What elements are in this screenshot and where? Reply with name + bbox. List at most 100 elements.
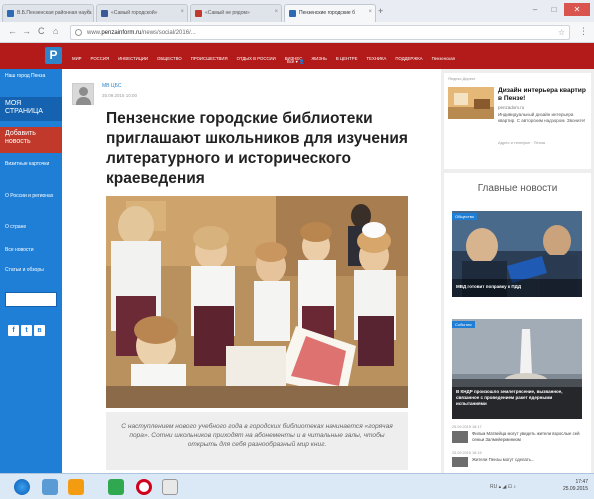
top-news-block: Главные новости Общество МВД готовит поп… — [444, 173, 591, 473]
tab-label: «Самый городской» — [111, 10, 158, 16]
browser-toolbar: ← → C ⌂ www.penzainform.ru/news/social/2… — [0, 22, 594, 43]
news-tag[interactable]: События — [452, 321, 475, 328]
tab-label: «Самый не рядом» — [205, 10, 250, 16]
ad-title[interactable]: Дизайн интерьера квартир в Пензе! — [498, 87, 588, 103]
site-header: P МИР РОССИЯ ИНВЕСТИЦИИ ОБЩЕСТВО ПРОИСШЕСТВИ… — [0, 43, 594, 69]
address-bar[interactable]: www.penzainform.ru/news/social/2016/... … — [70, 25, 570, 40]
nav-item[interactable]: ИНВЕСТИЦИИ — [118, 56, 148, 61]
browser-tab[interactable]: «Самый городской» × — [96, 4, 188, 22]
ad-text: Индивидуальный дизайн интерьера квартир.… — [498, 112, 586, 123]
news-card[interactable]: События В КНДР произошло землетрясение, … — [452, 319, 582, 419]
screen: В.Б.Пензенская районная наука × «Самый г… — [0, 0, 594, 499]
news-card[interactable]: Общество МВД готовит поправку к ПДД — [452, 211, 582, 297]
start-button-icon[interactable] — [14, 479, 30, 495]
media-player-icon[interactable] — [68, 479, 84, 495]
news-text[interactable]: Фильм Матвейца могут увидеть жители взро… — [472, 431, 582, 442]
app-icon[interactable] — [108, 479, 124, 495]
back-button[interactable]: ← — [8, 26, 17, 36]
minimize-button[interactable]: – — [526, 3, 544, 16]
clock[interactable]: 17:47 25.09.2015 — [563, 479, 588, 493]
news-caption[interactable]: В КНДР произошло землетрясение, вызванно… — [456, 389, 578, 407]
maximize-button[interactable]: □ — [545, 3, 563, 16]
article: МВ ЦБС 25.09.2015 10:00 Пензенские город… — [62, 69, 439, 473]
browser-tab[interactable]: В.Б.Пензенская районная наука × — [2, 4, 94, 22]
explorer-icon[interactable] — [42, 479, 58, 495]
favicon-icon — [289, 10, 296, 17]
system-tray[interactable]: RU ▴ ◢ ⊡ ♪ — [490, 484, 516, 490]
close-tab-icon[interactable]: × — [368, 9, 372, 15]
close-tab-icon[interactable]: × — [86, 9, 90, 15]
nav-item[interactable]: ПОДДЕРЖКА — [395, 56, 422, 61]
browser-menu-button[interactable]: ⋮ — [579, 26, 588, 37]
nav-item[interactable]: ТЕХНИКА — [366, 56, 386, 61]
sidebar-item-home[interactable]: Наш город Пенза — [5, 73, 57, 80]
url-prefix: www. — [87, 30, 102, 36]
home-button[interactable]: ⌂ — [53, 26, 58, 36]
top-navigation: МИР РОССИЯ ИНВЕСТИЦИИ ОБЩЕСТВО ПРОИСШЕСТВИЯ О… — [72, 47, 572, 65]
tab-label: Пензенские городские б — [299, 10, 355, 16]
nav-item[interactable]: ЖИЗНЬ — [311, 56, 327, 61]
ad-meta[interactable]: Адрес и телефон · Пенза — [498, 140, 545, 145]
ad-block[interactable]: Яндекс.Директ Дизайн интерьера квартир в… — [444, 73, 591, 169]
browser-taskbar-icon[interactable] — [162, 479, 178, 495]
browser-tab-active[interactable]: Пензенские городские б × — [284, 4, 376, 22]
top-news-heading: Главные новости — [477, 183, 558, 194]
article-photo — [106, 196, 408, 408]
favicon-icon — [101, 10, 108, 17]
favicon-icon — [7, 10, 14, 17]
nav-item[interactable]: РОССИЯ — [91, 56, 110, 61]
nav-item[interactable]: В ЦЕНТРЕ — [336, 56, 358, 61]
sidebar-item[interactable]: Визитные карточки — [5, 161, 57, 168]
ad-label: Яндекс.Директ — [448, 76, 476, 81]
info-icon[interactable] — [75, 29, 82, 36]
nav-item[interactable]: ОТДЫХ В РОССИИ — [237, 56, 276, 61]
nav-item[interactable]: Пензенская — [432, 56, 455, 61]
twitter-icon[interactable]: t — [21, 325, 32, 336]
close-tab-icon[interactable]: × — [274, 9, 278, 15]
reload-button[interactable]: C — [38, 26, 45, 36]
nav-item[interactable]: ОБЩЕСТВО — [157, 56, 182, 61]
news-tag[interactable]: Общество — [452, 213, 478, 220]
ad-domain[interactable]: penzadom.ru — [498, 105, 524, 110]
close-tab-icon[interactable]: × — [180, 9, 184, 15]
new-tab-button[interactable]: + — [378, 6, 383, 16]
clock-date: 25.09.2015 — [562, 486, 588, 492]
news-date: 25.09.2015 18:15 — [452, 451, 482, 455]
sidebar-search-input[interactable] — [5, 292, 57, 307]
right-column: Яндекс.Директ Дизайн интерьера квартир в… — [441, 69, 594, 473]
sidebar-item-add-news[interactable]: Добавить новость — [5, 130, 57, 146]
sidebar-item[interactable]: Все новости — [5, 247, 57, 254]
url-domain: penzainform.ru — [101, 30, 142, 36]
browser-tabstrip: В.Б.Пензенская районная наука × «Самый г… — [0, 0, 594, 22]
sidebar-item-my-page[interactable]: МОЯ СТРАНИЦА — [5, 100, 57, 116]
tab-label: В.Б.Пензенская районная наука — [17, 10, 92, 16]
url-text: www.penzainform.ru/news/social/2016/... — [87, 30, 196, 36]
nav-sub-menu[interactable]: Всё ▾ 👤 — [287, 59, 304, 65]
nav-item[interactable]: МИР — [72, 56, 82, 61]
ad-image[interactable] — [448, 87, 494, 119]
author-avatar[interactable] — [72, 83, 94, 105]
bookmark-star-icon[interactable]: ☆ — [558, 28, 565, 37]
sidebar-item[interactable]: О стране — [5, 224, 57, 231]
social-links: ftв — [8, 319, 47, 337]
facebook-icon[interactable]: f — [8, 325, 19, 336]
clock-time: 17:47 — [575, 479, 588, 485]
news-text[interactable]: Жители Пензы могут сделать... — [472, 457, 582, 463]
favicon-icon — [195, 10, 202, 17]
taskbar: RU ▴ ◢ ⊡ ♪ 17:47 25.09.2015 — [0, 473, 594, 499]
news-caption[interactable]: МВД готовит поправку к ПДД — [456, 284, 578, 290]
sidebar-item[interactable]: О России и регионах — [5, 193, 57, 200]
news-thumbnail[interactable] — [452, 457, 468, 467]
vk-icon[interactable]: в — [34, 325, 45, 336]
article-date: 25.09.2015 10:00 — [102, 93, 138, 98]
browser-tab[interactable]: «Самый не рядом» × — [190, 4, 282, 22]
news-thumbnail[interactable] — [452, 431, 468, 443]
sidebar-item[interactable]: Статьи и обзоры — [5, 267, 57, 274]
article-author[interactable]: МВ ЦБС — [102, 83, 121, 89]
close-window-button[interactable]: ✕ — [564, 3, 590, 16]
forward-button[interactable]: → — [22, 26, 31, 36]
article-title: Пензенские городские библиотеки приглаша… — [106, 110, 408, 187]
opera-icon[interactable] — [136, 479, 152, 495]
nav-item[interactable]: ПРОИСШЕСТВИЯ — [191, 56, 228, 61]
site-logo[interactable]: P — [45, 47, 62, 64]
